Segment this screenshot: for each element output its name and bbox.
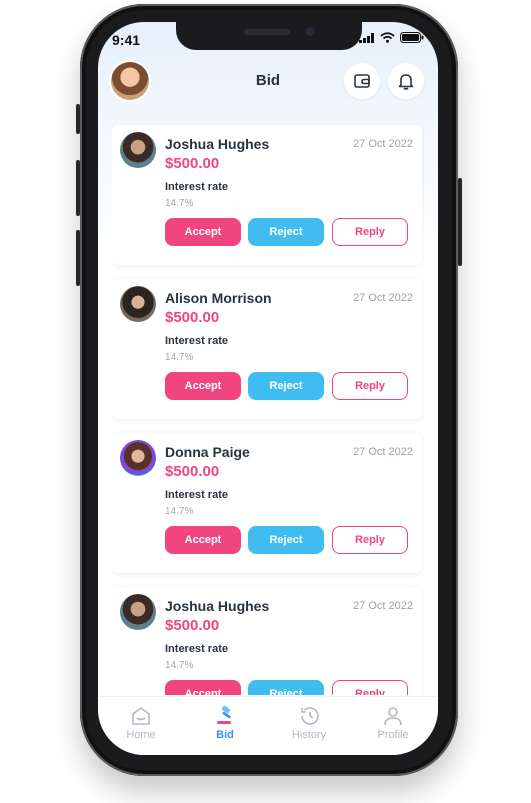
- bidder-name: Joshua Hughes: [165, 598, 270, 614]
- reply-button[interactable]: Reply: [332, 680, 408, 695]
- tab-bid[interactable]: Bid: [190, 705, 260, 741]
- bid-amount: $500.00: [165, 309, 220, 326]
- interest-rate-label: Interest rate: [165, 181, 228, 193]
- bid-card: Donna Paige 27 Oct 2022 $500.00 Interest…: [112, 433, 422, 573]
- notch: [176, 22, 362, 50]
- bottom-tab-bar: Home Bid History Profile: [98, 696, 438, 755]
- home-icon: [132, 707, 150, 725]
- interest-rate-value: 14.7%: [165, 352, 194, 363]
- speaker: [244, 29, 290, 35]
- bid-date: 27 Oct 2022: [353, 138, 413, 150]
- profile-icon: [384, 707, 402, 726]
- reply-button[interactable]: Reply: [332, 526, 408, 554]
- bidder-avatar: [120, 132, 156, 168]
- reply-button[interactable]: Reply: [332, 372, 408, 400]
- tab-label: Home: [126, 729, 156, 741]
- bid-date: 27 Oct 2022: [353, 446, 413, 458]
- bid-amount: $500.00: [165, 155, 220, 172]
- tab-home[interactable]: Home: [106, 705, 176, 741]
- status-time: 9:41: [112, 32, 141, 48]
- bid-list[interactable]: Joshua Hughes 27 Oct 2022 $500.00 Intere…: [112, 125, 424, 695]
- accept-button[interactable]: Accept: [165, 526, 241, 554]
- bid-amount: $500.00: [165, 463, 220, 480]
- bidder-name: Donna Paige: [165, 444, 250, 460]
- reply-button[interactable]: Reply: [332, 218, 408, 246]
- wifi-icon: [380, 32, 395, 43]
- bid-card: Joshua Hughes 27 Oct 2022 $500.00 Intere…: [112, 125, 422, 265]
- reject-button[interactable]: Reject: [248, 372, 324, 400]
- tab-label: Bid: [216, 729, 234, 741]
- interest-rate-value: 14.7%: [165, 660, 194, 671]
- accept-button[interactable]: Accept: [165, 680, 241, 695]
- interest-rate-label: Interest rate: [165, 643, 228, 655]
- bid-card: Joshua Hughes 27 Oct 2022 $500.00 Intere…: [112, 587, 422, 695]
- interest-rate-label: Interest rate: [165, 489, 228, 501]
- page-title: Bid: [255, 72, 281, 89]
- bidder-name: Alison Morrison: [165, 290, 272, 306]
- tab-label: Profile: [377, 729, 409, 741]
- wallet-button[interactable]: [344, 63, 380, 99]
- interest-rate-value: 14.7%: [165, 198, 194, 209]
- accept-button[interactable]: Accept: [165, 218, 241, 246]
- signal-icon: [359, 32, 374, 43]
- app-screen: 9:41 Bid Joshua Hughes 27 Oct 2022 $500.…: [98, 22, 438, 755]
- reject-button[interactable]: Reject: [248, 218, 324, 246]
- status-icons: [359, 32, 424, 43]
- history-icon: [301, 707, 319, 725]
- reject-button[interactable]: Reject: [248, 526, 324, 554]
- notification-button[interactable]: [388, 63, 424, 99]
- app-header: Bid: [98, 62, 438, 106]
- accept-button[interactable]: Accept: [165, 372, 241, 400]
- bid-date: 27 Oct 2022: [353, 292, 413, 304]
- bidder-avatar: [120, 440, 156, 476]
- interest-rate-value: 14.7%: [165, 506, 194, 517]
- tab-label: History: [291, 729, 327, 741]
- tab-history[interactable]: History: [274, 705, 344, 741]
- bidder-avatar: [120, 594, 156, 630]
- reject-button[interactable]: Reject: [248, 680, 324, 695]
- camera: [306, 27, 315, 36]
- bidder-avatar: [120, 286, 156, 322]
- interest-rate-label: Interest rate: [165, 335, 228, 347]
- gavel-icon: [217, 705, 231, 724]
- bid-date: 27 Oct 2022: [353, 600, 413, 612]
- battery-icon: [400, 32, 424, 43]
- bid-amount: $500.00: [165, 617, 220, 634]
- tab-profile[interactable]: Profile: [358, 705, 428, 741]
- bidder-name: Joshua Hughes: [165, 136, 270, 152]
- bid-card: Alison Morrison 27 Oct 2022 $500.00 Inte…: [112, 279, 422, 419]
- power-button: [458, 178, 462, 266]
- bell-icon: [398, 74, 414, 90]
- wallet-icon: [354, 74, 370, 88]
